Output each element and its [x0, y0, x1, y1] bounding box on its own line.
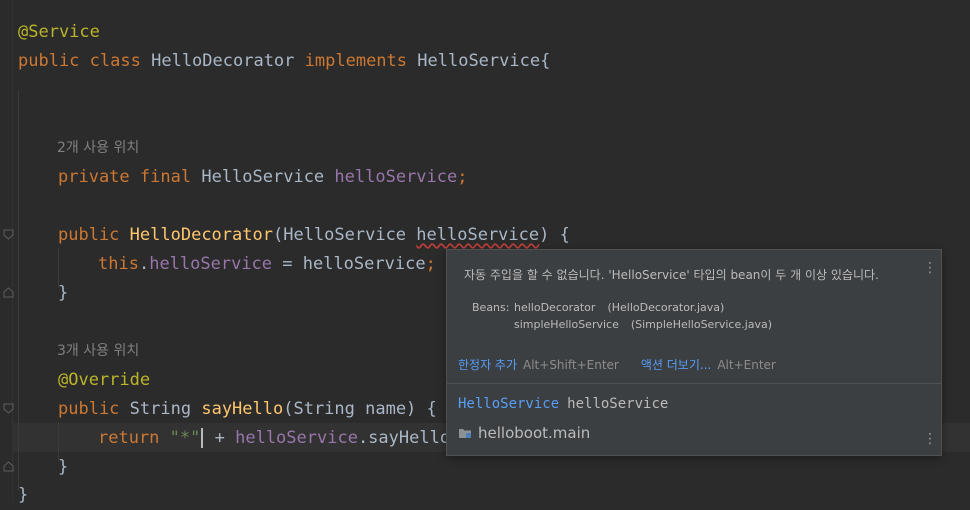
- fold-start-icon[interactable]: [3, 403, 14, 414]
- param-type: HelloService: [283, 225, 407, 245]
- dot: .: [138, 254, 150, 274]
- declaration-name: helloService: [567, 396, 669, 412]
- code-line-class-declaration[interactable]: public class HelloDecorator implements H…: [18, 47, 550, 76]
- code-line-constructor[interactable]: public HelloDecorator(HelloService hello…: [58, 221, 570, 250]
- code-line-annotation[interactable]: @Service: [18, 18, 100, 47]
- keyword-public: public: [58, 399, 120, 419]
- constructor-name: HelloDecorator: [129, 225, 273, 245]
- class-name: HelloDecorator: [151, 51, 295, 71]
- declaration-info: HelloService helloService helloboot.main …: [447, 384, 941, 455]
- keyword-class: class: [89, 51, 141, 71]
- module-info: helloboot.main: [458, 424, 590, 442]
- field-reference: helloService: [235, 428, 358, 448]
- fold-end-icon[interactable]: [3, 461, 14, 472]
- keyword-return: return: [98, 428, 160, 448]
- bean-source-file: (SimpleHelloService.java): [630, 318, 773, 331]
- close-brace: }: [58, 283, 69, 303]
- close-brace: }: [18, 485, 29, 505]
- add-qualifier-shortcut: Alt+Shift+Enter: [523, 358, 619, 372]
- module-name: helloboot.main: [478, 424, 591, 442]
- close-brace: }: [58, 457, 69, 477]
- string-literal: "*": [169, 428, 201, 448]
- bean-name: helloDecorator: [514, 301, 596, 314]
- paren-open: (: [272, 225, 284, 245]
- usage-inlay-hint[interactable]: 3개 사용 위치: [57, 337, 139, 366]
- declaration-signature: HelloService helloService: [458, 396, 668, 412]
- keyword-final: final: [139, 167, 192, 187]
- inspection-popup-message-area: 자동 주입을 할 수 없습니다. 'HelloService' 타입의 bean…: [447, 250, 941, 384]
- indent-guide: [18, 90, 19, 490]
- service-annotation: @Service: [18, 22, 100, 42]
- module-folder-icon: [458, 425, 472, 438]
- keyword-private: private: [58, 167, 130, 187]
- field-reference: helloService: [149, 254, 273, 274]
- override-annotation: @Override: [58, 370, 151, 390]
- bean-name: simpleHelloService: [514, 318, 619, 331]
- keyword-public: public: [18, 51, 80, 71]
- bean-entry[interactable]: simpleHelloService (SimpleHelloService.ja…: [514, 318, 772, 331]
- usage-inlay-hint[interactable]: 2개 사용 위치: [57, 134, 139, 163]
- keyword-public: public: [58, 225, 120, 245]
- open-brace: {: [540, 51, 551, 71]
- code-line-method[interactable]: public String sayHello(String name) {: [58, 395, 437, 424]
- field-name: helloService: [334, 167, 458, 187]
- paren-close: ) {: [539, 225, 570, 245]
- add-qualifier-link[interactable]: 한정자 추가: [458, 358, 517, 372]
- method-params: (String name) {: [283, 399, 437, 419]
- code-line-class-close[interactable]: }: [18, 481, 28, 510]
- keyword-this: this: [98, 254, 139, 274]
- code-line-close-brace[interactable]: }: [58, 453, 68, 482]
- more-options-icon[interactable]: ⋮: [923, 261, 937, 275]
- code-line-field[interactable]: private final HelloService helloService;: [58, 163, 468, 192]
- bean-entry[interactable]: helloDecorator (HelloDecorator.java): [514, 301, 724, 314]
- plus-operator: +: [204, 428, 236, 448]
- quick-actions: 한정자 추가 Alt+Shift+Enter 액션 더보기... Alt+Enter: [458, 356, 776, 373]
- beans-label: Beans:: [472, 301, 510, 314]
- semicolon: ;: [425, 254, 436, 274]
- assignment-rhs: = helloService: [272, 254, 426, 274]
- fold-end-icon[interactable]: [3, 287, 14, 298]
- code-line-return[interactable]: return "*" + helloService.sayHello(: [98, 424, 460, 453]
- method-name: sayHello: [201, 399, 284, 419]
- return-type: String: [129, 399, 192, 419]
- interface-name: HelloService: [417, 51, 541, 71]
- method-call: .sayHello(: [357, 428, 461, 448]
- error-message: 자동 주입을 할 수 없습니다. 'HelloService' 타입의 bean…: [464, 268, 879, 282]
- more-actions-link[interactable]: 액션 더보기...: [641, 358, 711, 372]
- code-line-override[interactable]: @Override: [58, 366, 150, 395]
- code-line-close-brace[interactable]: }: [58, 279, 68, 308]
- bean-source-file: (HelloDecorator.java): [607, 301, 725, 314]
- semicolon: ;: [457, 167, 468, 187]
- more-options-icon[interactable]: ⋮: [923, 432, 937, 446]
- more-actions-shortcut: Alt+Enter: [717, 358, 776, 372]
- inspection-popup[interactable]: 자동 주입을 할 수 없습니다. 'HelloService' 타입의 bean…: [446, 249, 942, 456]
- param-name-error[interactable]: helloService: [416, 225, 539, 245]
- field-type: HelloService: [201, 167, 325, 187]
- fold-start-icon[interactable]: [3, 229, 14, 240]
- code-line-assignment[interactable]: this.helloService = helloService;: [98, 250, 436, 279]
- declaration-type-link[interactable]: HelloService: [458, 396, 559, 412]
- keyword-implements: implements: [304, 51, 408, 71]
